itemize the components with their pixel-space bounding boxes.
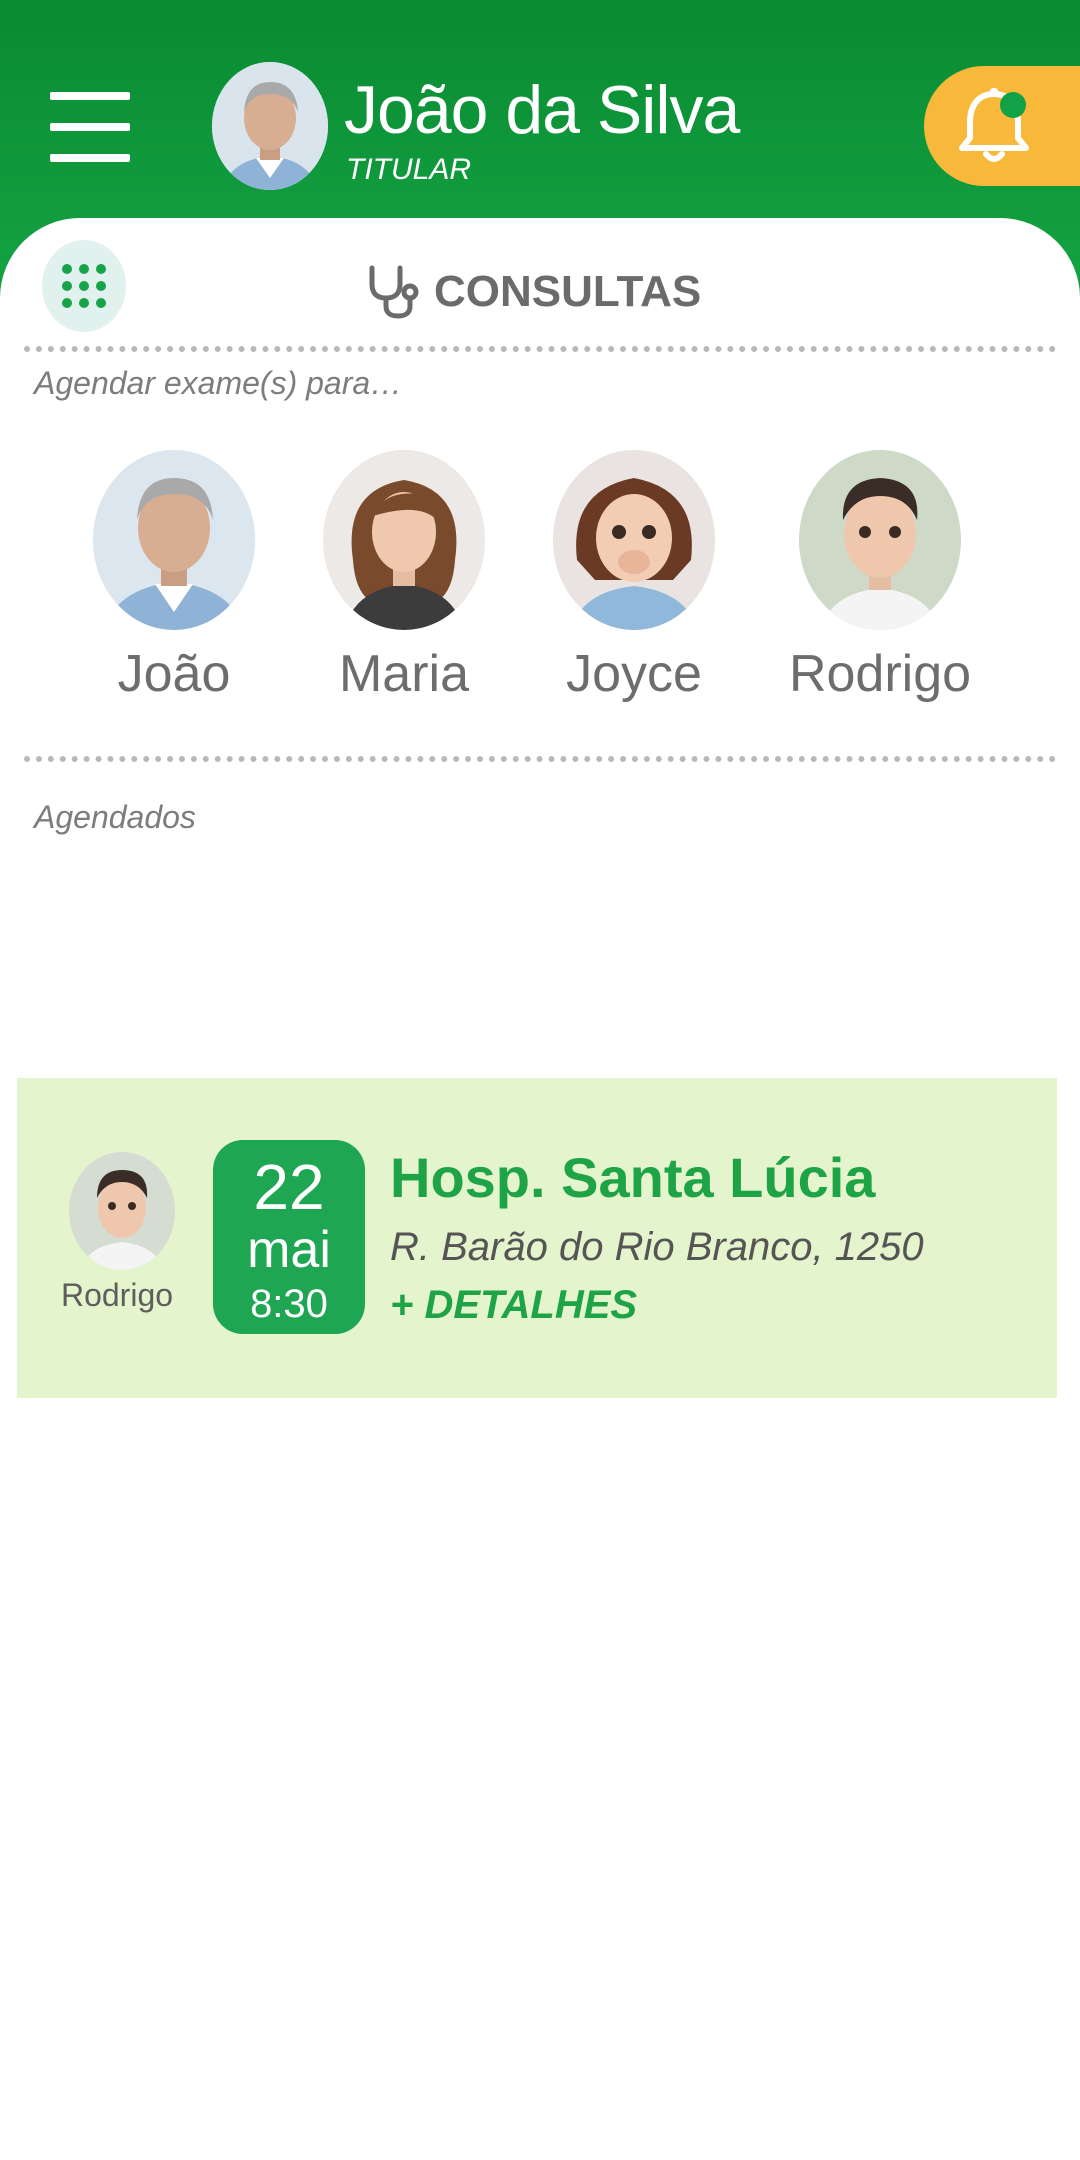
appointment-place: Hosp. Santa Lúcia — [390, 1146, 876, 1209]
member-maria[interactable]: Maria — [294, 450, 514, 704]
apps-grid-button[interactable] — [42, 240, 126, 332]
appointment-time: 8:30 — [250, 1282, 328, 1326]
member-avatar — [323, 450, 485, 630]
member-avatar — [553, 450, 715, 630]
schedule-for-label: Agendar exame(s) para… — [34, 365, 403, 401]
appointment-card[interactable]: Rodrigo 22 mai 8:30 Hosp. Santa Lúcia R.… — [17, 1078, 1057, 1398]
member-avatar — [799, 450, 961, 630]
section-title-label: CONSULTAS — [434, 267, 702, 316]
notifications-button[interactable] — [924, 66, 1080, 186]
appointment-address: R. Barão do Rio Branco, 1250 — [390, 1225, 924, 1269]
member-rodrigo[interactable]: Rodrigo — [770, 450, 990, 704]
divider — [24, 756, 1056, 762]
member-avatar — [93, 450, 255, 630]
section-title: CONSULTAS — [364, 262, 701, 322]
user-name: João da Silva — [344, 72, 740, 148]
content-card: CONSULTAS Agendar exame(s) para… João Ma… — [0, 218, 1080, 2160]
appointment-person-name: Rodrigo — [60, 1277, 174, 1313]
menu-icon[interactable] — [50, 92, 134, 162]
notification-badge-dot — [1000, 92, 1026, 118]
grid-icon — [62, 264, 106, 308]
member-joao[interactable]: João — [64, 450, 284, 704]
appointment-person-avatar — [69, 1152, 175, 1270]
appointment-month: mai — [247, 1221, 331, 1279]
user-avatar[interactable] — [212, 62, 328, 190]
appointment-date-badge: 22 mai 8:30 — [213, 1140, 365, 1334]
details-link[interactable]: + DETALHES — [390, 1282, 637, 1328]
user-role: TITULAR — [346, 153, 472, 186]
member-name: João — [117, 645, 231, 703]
app-screen: João da Silva TITULAR CONSULTAS Agendar … — [0, 0, 1080, 2160]
divider — [24, 346, 1056, 352]
member-name: Maria — [338, 645, 470, 703]
member-name: Joyce — [566, 645, 702, 703]
stethoscope-icon — [369, 265, 419, 319]
member-joyce[interactable]: Joyce — [524, 450, 744, 704]
appointment-day: 22 — [253, 1151, 325, 1223]
member-name: Rodrigo — [788, 645, 972, 703]
scheduled-label: Agendados — [34, 799, 196, 835]
